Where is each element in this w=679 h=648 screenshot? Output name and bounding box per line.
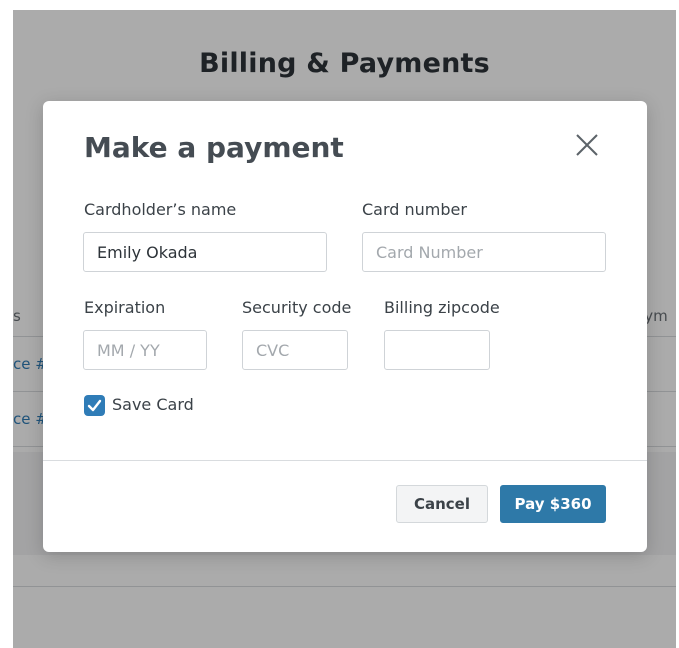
pay-button[interactable]: Pay $360 (500, 485, 606, 523)
expiration-input[interactable] (83, 330, 207, 370)
billing-zipcode-label: Billing zipcode (384, 298, 500, 317)
security-code-label: Security code (242, 298, 352, 317)
checkmark-icon (87, 399, 102, 412)
modal-title: Make a payment (84, 131, 344, 164)
expiration-label: Expiration (84, 298, 166, 317)
card-number-label: Card number (362, 200, 467, 219)
card-number-input[interactable] (362, 232, 606, 272)
modal-divider (43, 460, 647, 461)
cancel-button[interactable]: Cancel (396, 485, 488, 523)
cardholder-name-label: Cardholder’s name (84, 200, 237, 219)
billing-zipcode-input[interactable] (384, 330, 490, 370)
cardholder-name-input[interactable] (83, 232, 327, 272)
security-code-input[interactable] (242, 330, 348, 370)
payment-modal: Make a payment Cardholder’s name Card nu… (43, 101, 647, 552)
close-icon (576, 134, 598, 156)
close-button[interactable] (573, 131, 601, 159)
save-card-checkbox[interactable] (84, 395, 105, 416)
save-card-label: Save Card (112, 395, 194, 414)
